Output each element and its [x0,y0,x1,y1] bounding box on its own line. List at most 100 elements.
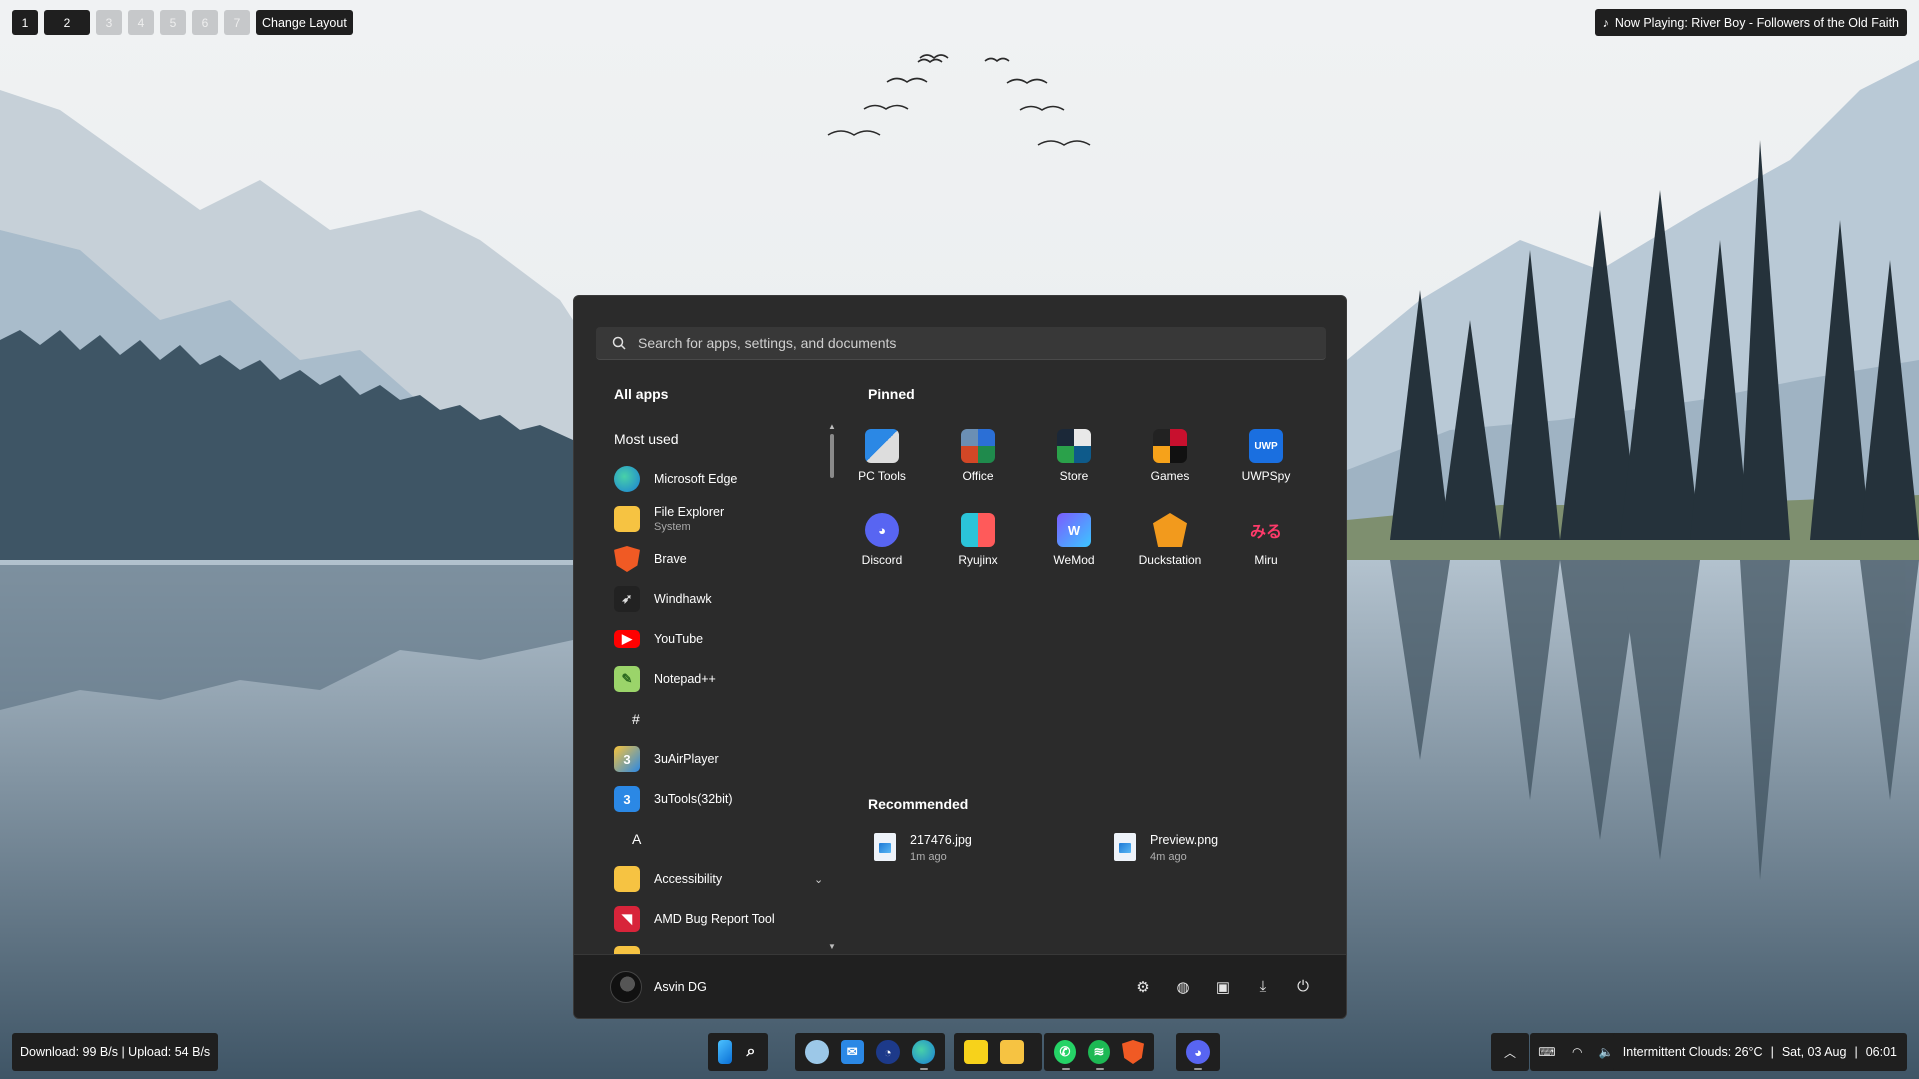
amd-icon: ◥ [614,906,640,932]
brave-icon[interactable] [1122,1040,1144,1064]
spotify-icon[interactable]: ≋ [1088,1040,1110,1070]
app-item-microsoft-edge[interactable]: Microsoft Edge [596,459,826,499]
discord-icon[interactable]: ◕ [1186,1040,1210,1070]
scroll-down-icon[interactable]: ▼ [828,942,836,951]
app-item-3utools[interactable]: 3 3uTools(32bit) [596,779,826,819]
sticky-notes-icon[interactable] [964,1040,988,1064]
app-label: AMD Bug Report Tool [654,912,775,926]
store-icon [1057,429,1091,463]
edge-icon [614,466,640,492]
change-layout-button[interactable]: Change Layout [256,10,353,35]
pinned-discord[interactable]: ◕ Discord [834,505,930,575]
app-label: YouTube [654,632,704,646]
app-item-notepadpp[interactable]: ✎ Notepad++ [596,659,826,699]
search-placeholder: Search for apps, settings, and documents [638,335,897,351]
taskbar-group-3: ✆ ≋ [1044,1033,1154,1071]
downloads-icon[interactable]: ⤓ [1254,978,1272,996]
pin-label: Discord [861,553,903,567]
pinned-ryujinx[interactable]: Ryujinx [930,505,1026,575]
recommended-item[interactable]: Preview.png 4m ago [1114,831,1314,863]
clock-app-icon[interactable]: ◔ [876,1040,900,1064]
tray-overflow-button[interactable]: ︿ [1491,1033,1529,1071]
youtube-icon: ▶ [614,630,640,648]
music-note-icon: ♪ [1602,15,1609,30]
file-explorer-icon[interactable] [1000,1040,1024,1064]
app-item-brave[interactable]: Brave [596,539,826,579]
weather-app-icon[interactable] [805,1040,829,1064]
folder-icon [614,506,640,532]
rec-file-name: Preview.png [1150,833,1219,847]
pc-tools-icon [865,429,899,463]
pinned-grid: PC Tools Office Store Games UWP UWPSpy ◕… [834,421,1314,575]
letter-header-hash[interactable]: # [596,699,826,739]
app-label: Accessibility [654,872,723,886]
chevron-up-icon: ︿ [1503,1045,1516,1060]
taskbar-start-group: ⌕ [708,1033,768,1071]
user-name: Asvin DG [654,979,707,994]
whatsapp-icon[interactable]: ✆ [1054,1040,1076,1070]
network-globe-icon[interactable]: ◍ [1174,978,1192,996]
keyboard-icon[interactable]: ⌨ [1538,1045,1555,1059]
separator: | [1854,1045,1858,1059]
pinned-pc-tools[interactable]: PC Tools [834,421,930,491]
app-label: 3uTools(32bit) [654,792,733,806]
pinned-wemod[interactable]: W WeMod [1026,505,1122,575]
edge-icon[interactable] [911,1040,935,1070]
status-widget[interactable]: Intermittent Clouds: 26°C | Sat, 03 Aug … [1612,1033,1907,1071]
workspace-2[interactable]: 2 [44,10,90,35]
workspace-6[interactable]: 6 [192,10,218,35]
pinned-miru[interactable]: みる Miru [1218,505,1314,575]
duckstation-icon [1153,513,1187,547]
workspace-5[interactable]: 5 [160,10,186,35]
pinned-office[interactable]: Office [930,421,1026,491]
app-item-amd-bug-report[interactable]: ◥ AMD Bug Report Tool [596,899,826,939]
app-item-file-explorer[interactable]: File Explorer System [596,499,826,539]
app-label: Brave [654,552,687,566]
app-item-windhawk[interactable]: ➶ Windhawk [596,579,826,619]
app-item-youtube[interactable]: ▶ YouTube [596,619,826,659]
rec-file-time: 4m ago [1150,851,1187,863]
app-label: Notepad++ [654,672,716,686]
system-tray: ⌨ ◠ 🔈 [1530,1033,1622,1071]
wemod-icon: W [1057,513,1091,547]
pin-label: PC Tools [858,469,906,483]
mail-icon[interactable]: ✉ [840,1040,864,1064]
app-list: Microsoft Edge File Explorer System Brave… [596,459,826,979]
now-playing-widget[interactable]: ♪ Now Playing: River Boy - Followers of … [1594,9,1907,36]
settings-icon[interactable]: ⚙ [1134,978,1152,996]
pin-label: UWPSpy [1241,469,1291,483]
pinned-title: Pinned [868,386,915,402]
pin-label: Miru [1254,553,1278,567]
app-item-3uairplayer[interactable]: 3 3uAirPlayer [596,739,826,779]
app-item-accessibility[interactable]: Accessibility ⌄ [596,859,826,899]
app-label: Windhawk [654,592,712,606]
workspace-1[interactable]: 1 [12,10,38,35]
pinned-games[interactable]: Games [1122,421,1218,491]
network-speed-widget: Download: 99 B/s | Upload: 54 B/s [12,1033,219,1071]
letter-header-a[interactable]: A [596,819,826,859]
user-account-button[interactable]: Asvin DG [610,970,707,1003]
search-icon[interactable]: ⌕ [744,1040,758,1064]
pinned-uwpspy[interactable]: UWP UWPSpy [1218,421,1314,491]
avatar [610,970,642,1003]
wifi-icon[interactable]: ◠ [1572,1045,1582,1059]
volume-icon[interactable]: 🔈 [1599,1045,1614,1059]
power-icon[interactable]: ⏻ [1294,978,1312,996]
workspace-7[interactable]: 7 [224,10,250,35]
search-input[interactable]: Search for apps, settings, and documents [596,327,1326,360]
pictures-icon[interactable]: ▣ [1214,978,1232,996]
workspace-4[interactable]: 4 [128,10,154,35]
recommended-item[interactable]: 217476.jpg 1m ago [874,831,1074,863]
chevron-down-icon[interactable]: ⌄ [814,873,823,886]
rec-file-name: 217476.jpg [910,833,972,847]
start-menu: Search for apps, settings, and documents… [573,295,1347,1019]
3uairplayer-icon: 3 [614,746,640,772]
windhawk-icon: ➶ [614,586,640,612]
pinned-store[interactable]: Store [1026,421,1122,491]
workspace-3[interactable]: 3 [96,10,122,35]
windows-start-icon[interactable] [718,1040,732,1064]
games-icon [1153,429,1187,463]
pinned-duckstation[interactable]: Duckstation [1122,505,1218,575]
pin-label: Ryujinx [958,553,998,567]
pin-label: Duckstation [1138,553,1202,567]
